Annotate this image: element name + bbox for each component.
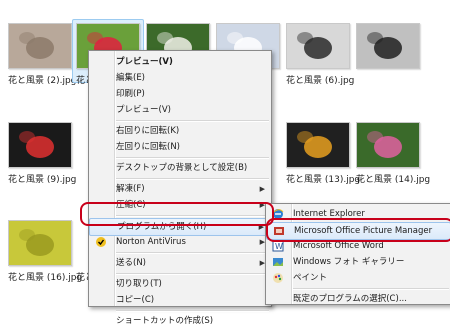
word-icon: W bbox=[272, 240, 284, 252]
thumbnail-image[interactable] bbox=[356, 23, 420, 69]
norton-icon bbox=[95, 236, 107, 248]
menu-item-label: 編集(E) bbox=[116, 73, 146, 83]
thumbnail-image[interactable] bbox=[8, 122, 72, 168]
menu-item-label: 圧縮(C) bbox=[116, 200, 146, 210]
menu-item[interactable]: プレビュー(V) bbox=[89, 102, 271, 118]
menu-item-label: Windows フォト ギャラリー bbox=[293, 257, 405, 267]
menu-item[interactable]: 切り取り(T) bbox=[89, 276, 271, 292]
thumbnail-filename: 花と風景 (14).jpg bbox=[356, 175, 431, 185]
menu-item[interactable]: 右回りに回転(K) bbox=[89, 123, 271, 139]
thumbnail-filename: 花と風景 (13).jpg bbox=[286, 175, 361, 185]
menu-item-label: 右回りに回転(K) bbox=[116, 126, 180, 136]
menu-item-label: 印刷(P) bbox=[116, 89, 145, 99]
menu-separator bbox=[116, 310, 269, 312]
context-menu: プレビュー(V) 編集(E) 印刷(P) プレビュー(V) 右回りに回転(K) 左回りに回… bbox=[88, 50, 272, 326]
thumbnail-filename: 花と風景 (9).jpg bbox=[8, 175, 77, 185]
menu-item[interactable]: デスクトップの背景として設定(B) bbox=[89, 160, 271, 176]
menu-item[interactable]: ショートカットの作成(S) bbox=[89, 313, 271, 329]
svg-text:W: W bbox=[275, 242, 283, 251]
menu-item-label: ペイント bbox=[293, 273, 328, 283]
menu-item-label: Norton AntiVirus bbox=[116, 237, 186, 247]
menu-item-label: 解凍(F) bbox=[116, 184, 145, 194]
menu-item[interactable]: 解凍(F) ▶ bbox=[89, 181, 271, 197]
menu-item-label: デスクトップの背景として設定(B) bbox=[116, 163, 248, 173]
thumbnail-image[interactable] bbox=[356, 122, 420, 168]
photo-gallery-icon bbox=[272, 256, 284, 268]
thumbnail-image[interactable] bbox=[286, 23, 350, 69]
thumbnail-filename: 花と風景 (6).jpg bbox=[286, 76, 355, 86]
picture-manager-icon bbox=[273, 225, 285, 237]
menu-item-label: 左回りに回転(N) bbox=[116, 142, 180, 152]
menu-item-label: 既定のプログラムの選択(C)... bbox=[293, 294, 407, 304]
open-with-submenu: Internet Explorer Microsoft Office Pictur… bbox=[265, 203, 450, 305]
submenu-arrow-icon: ▶ bbox=[258, 223, 264, 231]
menu-item[interactable]: 編集(E) bbox=[89, 70, 271, 86]
menu-item[interactable]: 印刷(P) bbox=[89, 86, 271, 102]
menu-item-label: Microsoft Office Picture Manager bbox=[294, 226, 433, 236]
paint-icon bbox=[272, 272, 284, 284]
menu-separator bbox=[116, 252, 269, 254]
thumbnail-image[interactable] bbox=[8, 220, 72, 266]
menu-item[interactable]: Norton AntiVirus ▶ bbox=[89, 234, 271, 250]
internet-explorer-icon bbox=[272, 208, 284, 220]
menu-item[interactable]: Internet Explorer bbox=[266, 206, 450, 222]
menu-item[interactable]: 左回りに回転(N) bbox=[89, 139, 271, 155]
menu-item-label: プログラムから開く(H) bbox=[117, 222, 207, 232]
menu-item[interactable]: コピー(C) bbox=[89, 292, 271, 308]
menu-separator bbox=[116, 215, 269, 217]
menu-item[interactable]: 圧縮(C) ▶ bbox=[89, 197, 271, 213]
menu-item[interactable]: ペイント bbox=[266, 270, 450, 286]
thumbnail-filename: 花と風景 (2).jpg bbox=[8, 76, 77, 86]
thumbnail-image[interactable] bbox=[286, 122, 350, 168]
menu-separator bbox=[116, 273, 269, 275]
submenu-arrow-icon: ▶ bbox=[259, 185, 265, 193]
menu-item-label: 切り取り(T) bbox=[116, 279, 162, 289]
thumbnail-filename: 花と風景 (16).jpg bbox=[8, 273, 83, 283]
thumbnail-image[interactable] bbox=[8, 23, 72, 69]
menu-separator bbox=[116, 178, 269, 180]
menu-item-label: 送る(N) bbox=[116, 258, 146, 268]
menu-item[interactable]: Windows フォト ギャラリー bbox=[266, 254, 450, 270]
menu-item-label: Microsoft Office Word bbox=[293, 241, 384, 251]
menu-item[interactable]: W Microsoft Office Word bbox=[266, 238, 450, 254]
menu-item-label: プレビュー(V) bbox=[116, 105, 171, 115]
menu-separator bbox=[116, 157, 269, 159]
menu-item[interactable]: 送る(N) ▶ bbox=[89, 255, 271, 271]
menu-item-label: Internet Explorer bbox=[293, 209, 365, 219]
menu-separator bbox=[293, 288, 449, 290]
menu-item-label: プレビュー(V) bbox=[116, 57, 173, 67]
menu-item[interactable]: 既定のプログラムの選択(C)... bbox=[266, 291, 450, 307]
menu-separator bbox=[116, 120, 269, 122]
menu-item-label: ショートカットの作成(S) bbox=[116, 316, 214, 326]
menu-item[interactable]: プレビュー(V) bbox=[89, 54, 271, 70]
menu-item-label: コピー(C) bbox=[116, 295, 155, 305]
